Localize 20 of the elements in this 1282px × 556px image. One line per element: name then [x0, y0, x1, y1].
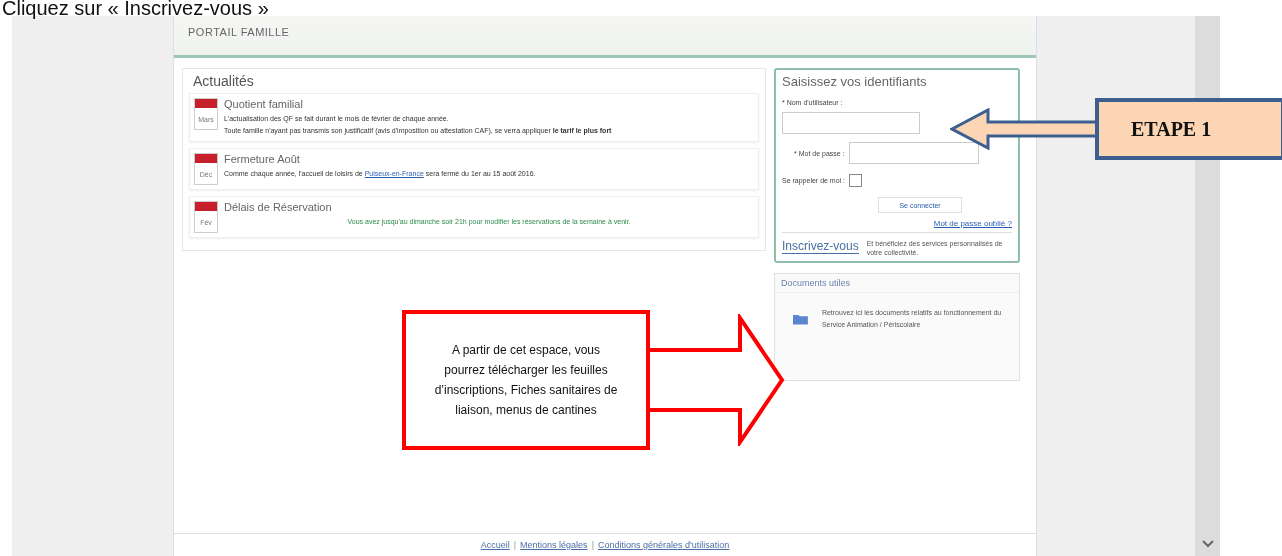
documents-heading: Documents utiles: [775, 274, 1019, 293]
username-field[interactable]: [782, 112, 920, 134]
footer-link[interactable]: Mentions légales: [520, 540, 588, 550]
news-title: Délais de Réservation: [224, 201, 333, 213]
footer-link[interactable]: Conditions générales d'utilisation: [597, 540, 730, 550]
remember-checkbox[interactable]: [849, 174, 863, 187]
footer-separator: |: [591, 540, 594, 550]
password-field[interactable]: [848, 142, 979, 164]
news-title: Quotient familial: [224, 98, 304, 110]
register-link[interactable]: Inscrivez-vous: [782, 239, 859, 254]
news-heading: Actualités: [193, 73, 255, 89]
chevron-down-icon[interactable]: [1201, 540, 1214, 548]
note-text: A partir de cet espace, vous pourrez télécharger les feuilles d’inscriptions, Fiches sanitaires de liaison, menus de cantines: [433, 342, 619, 419]
footer-link[interactable]: Accueil: [480, 540, 510, 550]
footer-separator: |: [513, 540, 517, 550]
step-label: ETAPE 1: [1131, 117, 1212, 141]
news-title: Fermeture Août: [224, 153, 301, 165]
portal-title: PORTAIL FAMILLE: [188, 26, 290, 38]
login-heading: Saisissez vos identifiants: [782, 74, 928, 89]
forgot-password-link[interactable]: Mot de passe oublié ?: [933, 219, 1012, 228]
